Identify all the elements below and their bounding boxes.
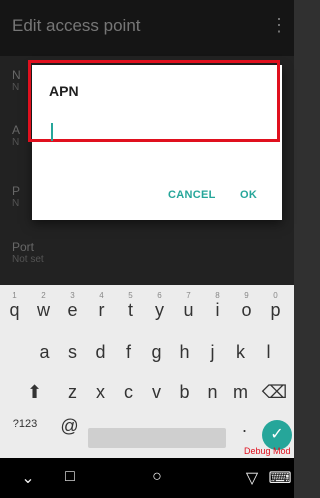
key-f[interactable]: f	[114, 332, 143, 366]
key-hint: 0	[273, 291, 278, 300]
key-w[interactable]: 2w	[29, 290, 58, 324]
key-label: o	[241, 300, 252, 320]
apn-input[interactable]	[49, 121, 269, 141]
key-label: p	[270, 300, 281, 320]
navigation-bar: ⌄ □ ○ ▽ ⌨	[0, 458, 294, 498]
key-label: d	[95, 342, 106, 362]
symbols-key[interactable]: ?123	[8, 408, 42, 442]
key-hint: 5	[128, 291, 133, 300]
delete-key[interactable]: ⌫	[260, 372, 289, 406]
key-label: l	[266, 342, 271, 362]
key-hint: 7	[186, 291, 191, 300]
key-m[interactable]: m	[226, 372, 255, 406]
key-label: s	[68, 342, 77, 362]
key-hint: 1	[12, 291, 17, 300]
key-at[interactable]: @	[55, 406, 84, 440]
key-hint: 4	[99, 291, 104, 300]
key-label: g	[151, 342, 162, 362]
key-label: n	[207, 382, 218, 402]
key-hint: 3	[70, 291, 75, 300]
key-label: y	[155, 300, 164, 320]
key-y[interactable]: 6y	[145, 290, 174, 324]
key-s[interactable]: s	[58, 332, 87, 366]
key-label: j	[210, 342, 215, 362]
key-label: v	[152, 382, 161, 402]
key-k[interactable]: k	[226, 332, 255, 366]
key-l[interactable]: l	[254, 332, 283, 366]
backspace-icon: ⌫	[261, 382, 288, 402]
key-label: i	[215, 300, 220, 320]
keyboard-switch-icon[interactable]: ⌨	[268, 468, 292, 488]
key-q[interactable]: 1q	[0, 290, 29, 324]
key-label: k	[236, 342, 245, 362]
key-label: u	[183, 300, 194, 320]
space-bar[interactable]	[88, 428, 226, 448]
key-label: f	[125, 342, 131, 362]
key-hint: 6	[157, 291, 162, 300]
text-cursor	[51, 123, 53, 141]
key-hint: 8	[215, 291, 220, 300]
shift-key[interactable]: ⬆	[20, 372, 49, 406]
key-z[interactable]: z	[58, 372, 87, 406]
key-d[interactable]: d	[86, 332, 115, 366]
checkmark-icon: ✓	[270, 426, 284, 443]
key-label: m	[233, 382, 248, 402]
key-i[interactable]: 8i	[203, 290, 232, 324]
key-a[interactable]: a	[30, 332, 59, 366]
key-label: x	[96, 382, 105, 402]
back-icon[interactable]: ▽	[240, 468, 264, 488]
key-n[interactable]: n	[198, 372, 227, 406]
key-label: e	[67, 300, 78, 320]
recents-icon[interactable]: □	[58, 468, 82, 486]
key-r[interactable]: 4r	[87, 290, 116, 324]
key-label: w	[37, 300, 50, 320]
key-p[interactable]: 0p	[261, 290, 290, 324]
shift-icon: ⬆	[26, 382, 43, 402]
key-label: @	[60, 416, 79, 436]
key-e[interactable]: 3e	[58, 290, 87, 324]
key-hint: 2	[41, 291, 46, 300]
home-icon[interactable]: ○	[145, 468, 169, 486]
key-g[interactable]: g	[142, 332, 171, 366]
key-j[interactable]: j	[198, 332, 227, 366]
key-h[interactable]: h	[170, 332, 199, 366]
key-t[interactable]: 5t	[116, 290, 145, 324]
key-b[interactable]: b	[170, 372, 199, 406]
key-u[interactable]: 7u	[174, 290, 203, 324]
key-period[interactable]: .	[230, 406, 259, 440]
key-label: t	[127, 300, 133, 320]
key-label: .	[241, 416, 247, 436]
key-label: ?123	[12, 418, 38, 430]
key-c[interactable]: c	[114, 372, 143, 406]
key-label: z	[68, 382, 77, 402]
key-hint: 9	[244, 291, 249, 300]
key-label: a	[39, 342, 50, 362]
debug-mode-label: Debug Mod	[244, 446, 291, 456]
key-label: q	[9, 300, 20, 320]
ok-button[interactable]: OK	[240, 189, 257, 201]
key-x[interactable]: x	[86, 372, 115, 406]
hide-keyboard-icon[interactable]: ⌄	[16, 468, 40, 488]
dialog-title: APN	[49, 83, 79, 99]
key-label: c	[124, 382, 133, 402]
apn-dialog: APN CANCEL OK	[28, 60, 282, 220]
key-label: r	[98, 300, 105, 320]
key-v[interactable]: v	[142, 372, 171, 406]
key-o[interactable]: 9o	[232, 290, 261, 324]
key-label: b	[179, 382, 190, 402]
cancel-button[interactable]: CANCEL	[168, 189, 216, 201]
key-label: h	[179, 342, 190, 362]
